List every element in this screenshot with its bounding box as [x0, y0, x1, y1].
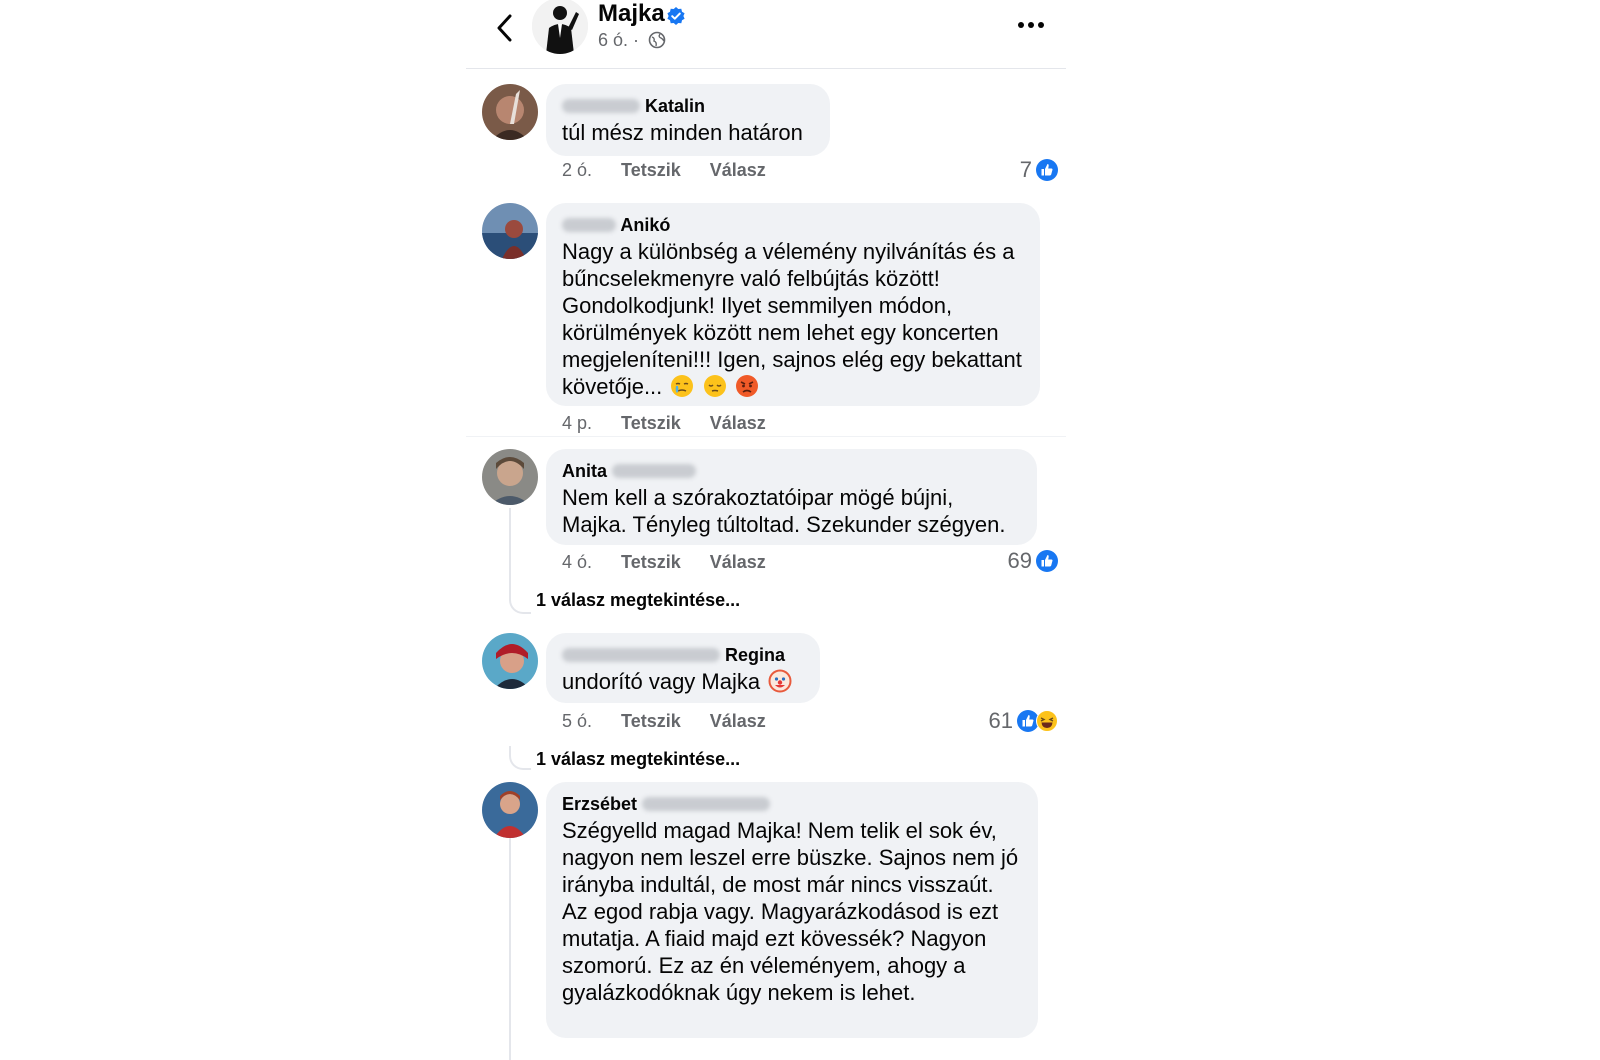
- comment-actions: 5 ó. Tetszik Válasz: [562, 711, 790, 732]
- reaction-count[interactable]: 61: [989, 708, 1058, 734]
- comment-bubble: Katalin túl mész minden határon: [546, 84, 830, 156]
- comment-bubble: Erzsébet Szégyelld magad Majka! Nem teli…: [546, 782, 1038, 1038]
- reaction-count[interactable]: 69: [1008, 548, 1058, 574]
- like-button[interactable]: Tetszik: [621, 413, 681, 433]
- divider: [466, 436, 1066, 437]
- more-options-icon[interactable]: [1014, 12, 1048, 38]
- globe-icon: [648, 31, 666, 49]
- comment-actions: 4 ó. Tetszik Válasz: [562, 552, 790, 573]
- haha-icon: [1036, 710, 1058, 732]
- page-avatar[interactable]: [532, 0, 588, 54]
- thread-line: [509, 838, 511, 1060]
- comment-author[interactable]: Anikó: [562, 213, 1024, 237]
- comment-text: Nagy a különbség a vélemény nyilvánítás …: [562, 239, 1022, 399]
- thread-curve: [509, 590, 531, 614]
- reply-button[interactable]: Válasz: [710, 160, 766, 180]
- comment-actions: 2 ó. Tetszik Válasz: [562, 160, 790, 181]
- reply-button[interactable]: Válasz: [710, 552, 766, 572]
- reaction-count[interactable]: 7: [1020, 157, 1058, 183]
- like-button[interactable]: Tetszik: [621, 711, 681, 731]
- like-button[interactable]: Tetszik: [621, 160, 681, 180]
- avatar[interactable]: [482, 84, 538, 140]
- avatar[interactable]: [482, 449, 538, 505]
- comment-bubble: Anita Nem kell a szórakoztatóipar mögé b…: [546, 449, 1037, 545]
- avatar[interactable]: [482, 203, 538, 259]
- like-icon: [1036, 550, 1058, 572]
- avatar[interactable]: [482, 633, 538, 689]
- post-time: 6 ó. ·: [598, 30, 640, 50]
- thread-line: [509, 508, 511, 592]
- blurred-name: [562, 218, 616, 232]
- comment-time[interactable]: 2 ó.: [562, 160, 592, 180]
- comment-author[interactable]: Erzsébet: [562, 792, 1022, 816]
- pensive-face-emoji: [703, 375, 726, 397]
- comments-panel: Majka 6 ó. · Katalin túl mész minden hat…: [466, 0, 1066, 1060]
- comment-bubble: Regina undorító vagy Majka: [546, 633, 820, 703]
- comment-bubble: Anikó Nagy a különbség a vélemény nyilvá…: [546, 203, 1040, 406]
- comment-author[interactable]: Regina: [562, 643, 804, 667]
- comment-time[interactable]: 5 ó.: [562, 711, 592, 731]
- comment-actions: 4 p. Tetszik Válasz: [562, 413, 790, 434]
- comment-author[interactable]: Katalin: [562, 94, 814, 118]
- back-arrow-icon[interactable]: [488, 10, 524, 46]
- page-name[interactable]: Majka: [598, 0, 665, 28]
- blurred-name: [612, 464, 697, 478]
- comment-author[interactable]: Anita: [562, 459, 1021, 483]
- comment-text: undorító vagy Majka: [562, 668, 804, 695]
- clown-face-emoji: [768, 669, 792, 693]
- comment-time[interactable]: 4 ó.: [562, 552, 592, 572]
- comment-text: Nem kell a szórakoztatóipar mögé bújni, …: [562, 485, 1006, 537]
- avatar[interactable]: [482, 782, 538, 838]
- view-replies-link[interactable]: 1 válasz megtekintése...: [536, 749, 740, 770]
- blurred-name: [642, 797, 771, 811]
- reply-button[interactable]: Válasz: [710, 413, 766, 433]
- reaction-count-number: 69: [1007, 548, 1032, 573]
- blurred-name: [562, 648, 720, 662]
- post-meta: 6 ó. ·: [598, 30, 666, 51]
- blurred-name: [562, 99, 640, 113]
- thread-curve: [509, 746, 531, 770]
- post-header: Majka 6 ó. ·: [466, 0, 1066, 69]
- comment-text: Szégyelld magad Majka! Nem telik el sok …: [562, 818, 1019, 1005]
- comment-time[interactable]: 4 p.: [562, 413, 592, 433]
- reaction-count-number: 61: [988, 708, 1013, 733]
- verified-badge-icon: [667, 7, 685, 25]
- reply-button[interactable]: Válasz: [710, 711, 766, 731]
- reaction-count-number: 7: [1019, 157, 1032, 182]
- comment-text: túl mész minden határon: [562, 120, 803, 145]
- angry-face-emoji: [735, 375, 758, 397]
- crying-face-emoji: [671, 375, 694, 397]
- like-button[interactable]: Tetszik: [621, 552, 681, 572]
- like-icon: [1036, 159, 1058, 181]
- view-replies-link[interactable]: 1 válasz megtekintése...: [536, 590, 740, 611]
